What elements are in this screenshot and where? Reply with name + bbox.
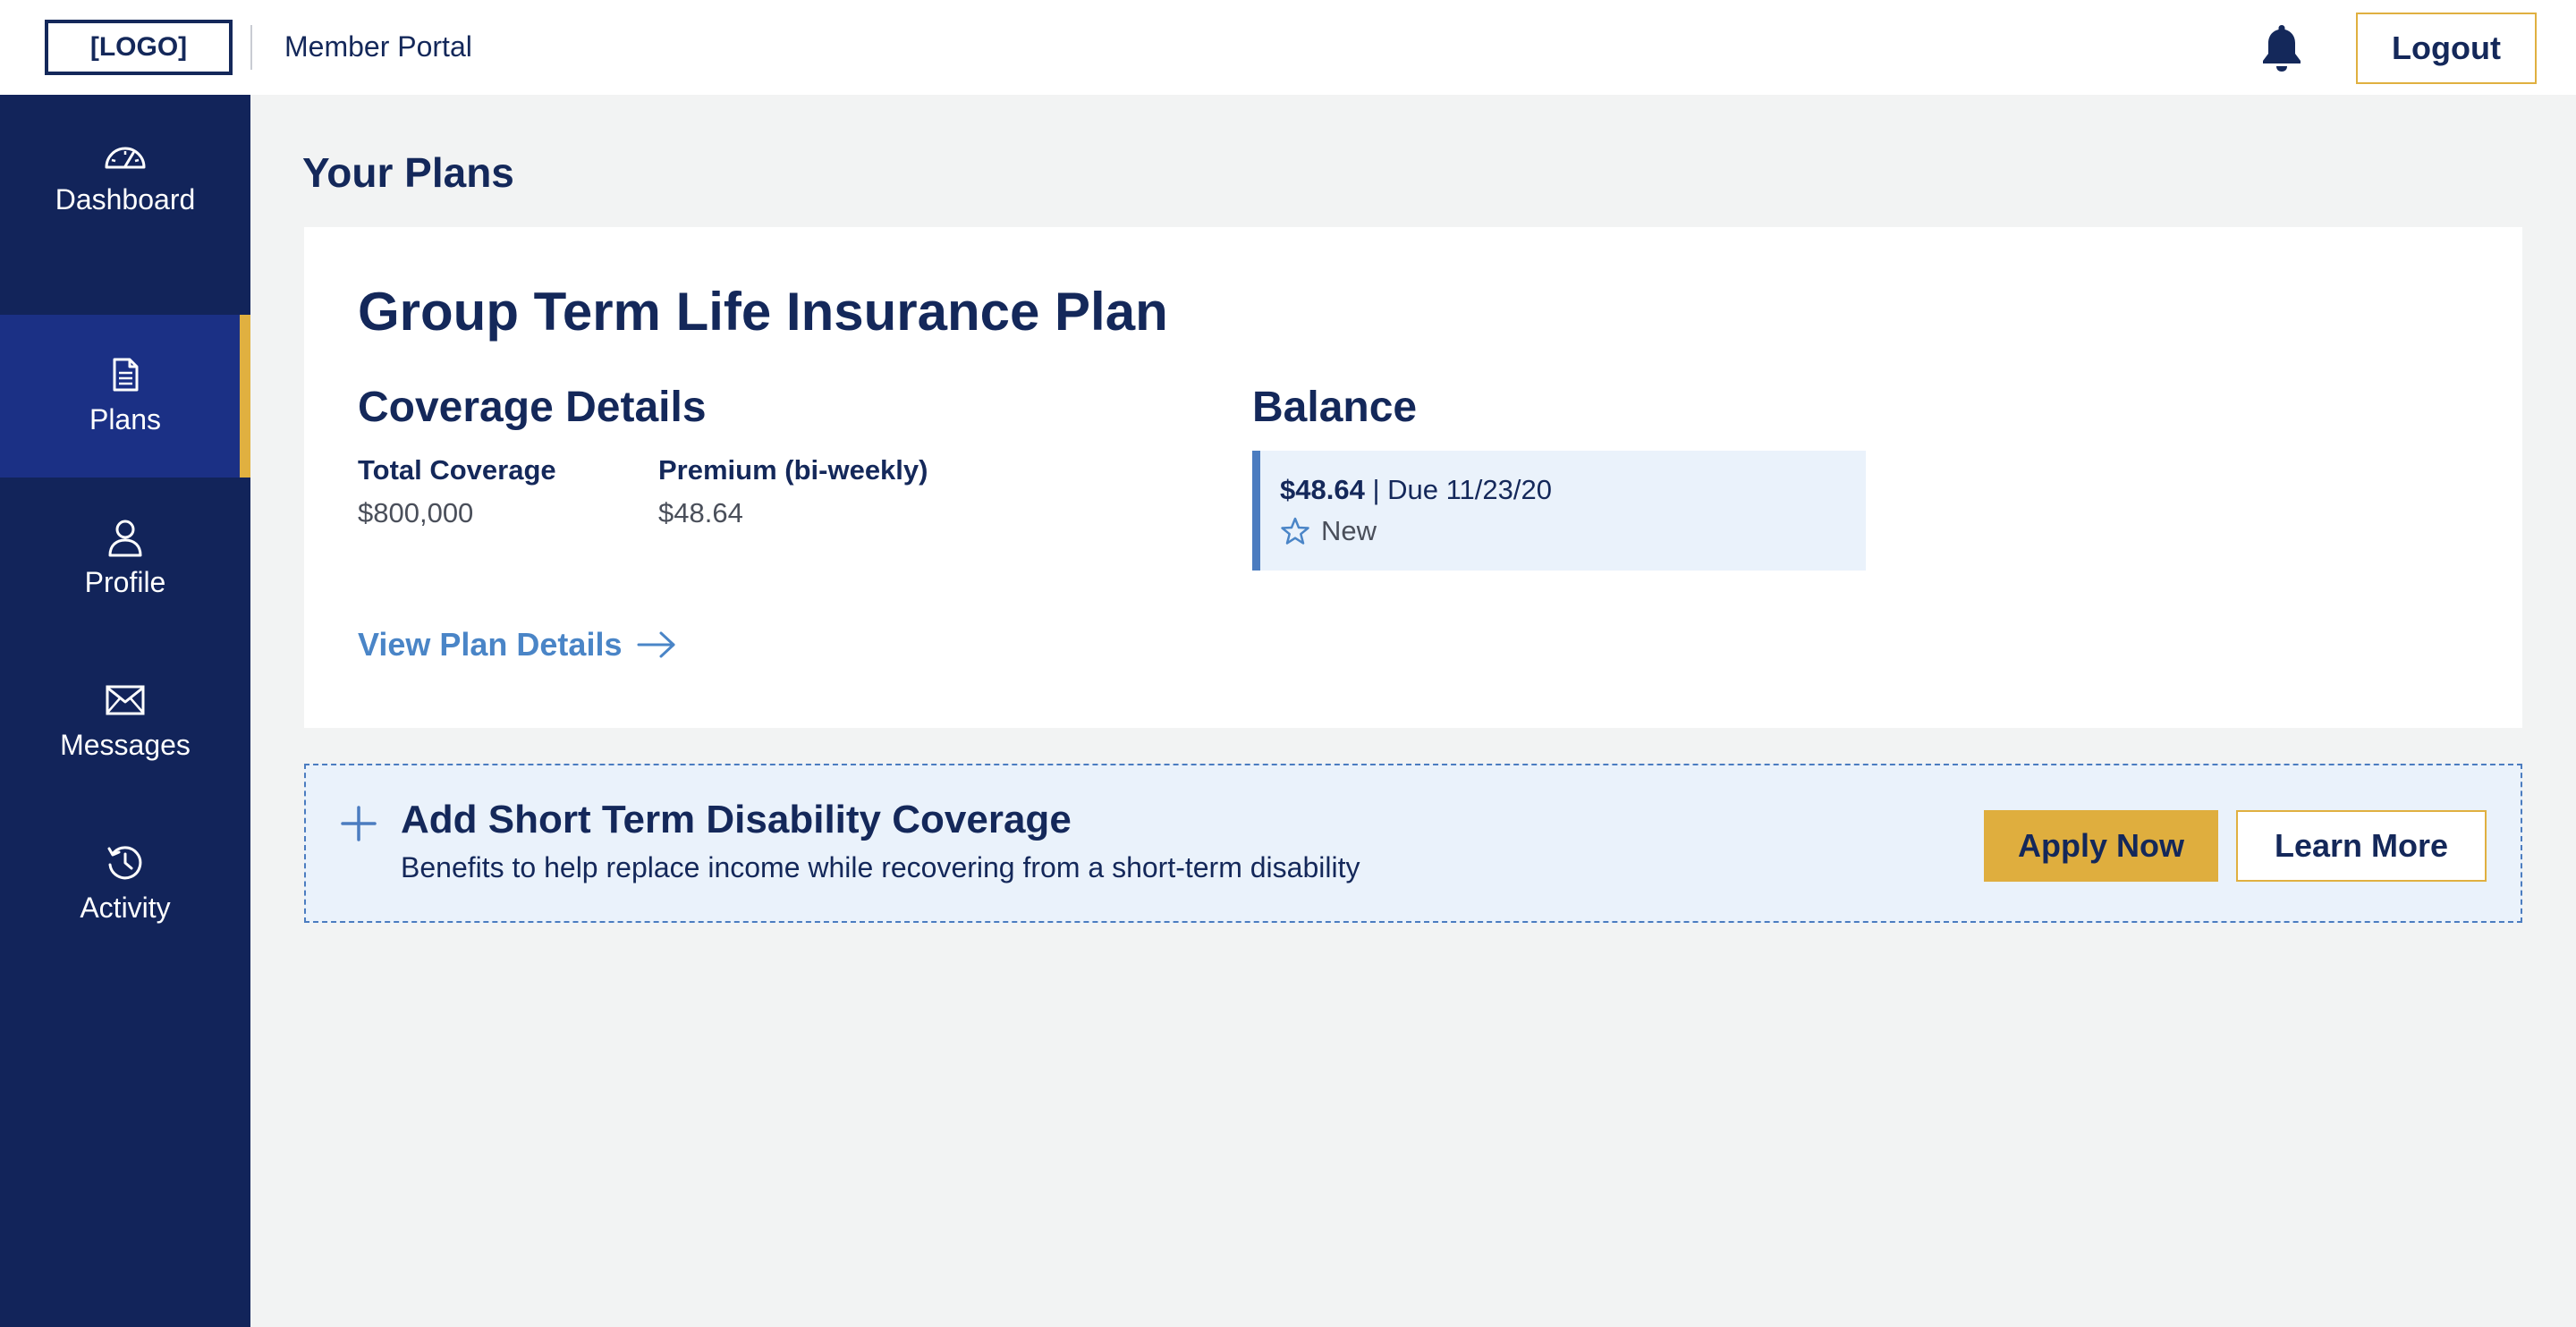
top-header: [LOGO] Member Portal Logout [0,0,2576,95]
total-coverage-label: Total Coverage [358,454,556,486]
history-icon [103,843,148,883]
balance-due: | Due 11/23/20 [1364,474,1552,505]
add-coverage-banner: Add Short Term Disability Coverage Benef… [304,764,2522,923]
logo[interactable]: [LOGO] [45,20,233,75]
header-divider [250,25,252,70]
premium-label: Premium (bi-weekly) [658,454,928,486]
portal-title: Member Portal [284,30,472,63]
sidebar-item-activity[interactable]: Activity [0,803,250,966]
page-title: Your Plans [302,149,514,196]
sidebar-item-profile[interactable]: Profile [0,478,250,640]
coverage-heading: Coverage Details [358,384,707,431]
sidebar-item-label: Messages [60,729,191,761]
balance-box: $48.64 | Due 11/23/20 New [1252,451,1866,571]
sidebar-item-label: Plans [89,403,162,435]
sidebar-nav: Dashboard Plans Profile Messages Activit… [0,95,250,1327]
balance-status-label: New [1321,515,1377,546]
document-icon [103,355,148,394]
add-coverage-title: Add Short Term Disability Coverage [401,798,1072,841]
sidebar-item-label: Activity [80,892,171,924]
star-icon [1281,517,1309,545]
learn-more-button[interactable]: Learn More [2236,810,2487,882]
balance-heading: Balance [1252,384,1418,431]
sidebar-item-dashboard[interactable]: Dashboard [0,95,250,258]
status-badge: New [1280,515,1377,547]
sidebar-item-plans[interactable]: Plans [0,315,250,478]
plus-icon [341,806,377,841]
user-icon [103,518,148,557]
logout-button[interactable]: Logout [2356,13,2537,84]
balance-line: $48.64 | Due 11/23/20 [1280,474,1552,506]
sidebar-item-label: Profile [84,566,166,598]
envelope-icon [103,680,148,720]
bell-icon[interactable] [2258,21,2306,73]
add-coverage-description: Benefits to help replace income while re… [401,851,1360,883]
plan-card: Group Term Life Insurance Plan Coverage … [304,227,2522,728]
sidebar-item-label: Dashboard [55,183,196,216]
arrow-right-icon [637,631,675,658]
gauge-icon [103,135,148,174]
premium-value: $48.64 [658,497,743,528]
plan-title: Group Term Life Insurance Plan [358,282,1168,342]
view-plan-details-link[interactable]: View Plan Details [358,626,677,664]
view-plan-details-label: View Plan Details [358,626,623,663]
apply-now-button[interactable]: Apply Now [1984,810,2218,882]
balance-amount: $48.64 [1280,474,1365,505]
total-coverage-value: $800,000 [358,497,474,528]
sidebar-item-messages[interactable]: Messages [0,640,250,803]
